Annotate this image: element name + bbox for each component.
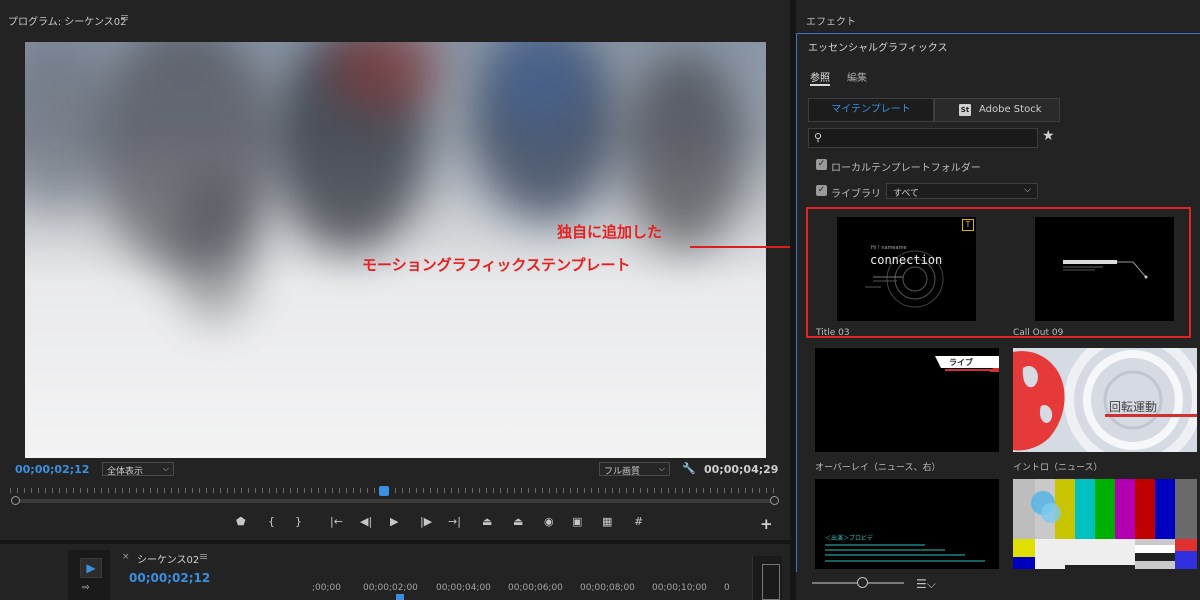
step-back-button[interactable]: ◀| xyxy=(360,515,372,528)
transport-controls: ⬟ { } |← ◀| ▶ |▶ →| ⏏ ⏏ ◉ ▣ ▦ # xyxy=(230,515,650,531)
play-button[interactable]: ▶ xyxy=(390,515,398,528)
search-icon: ⚲ xyxy=(814,131,823,144)
libraries-label: ライブラリ xyxy=(831,189,881,200)
adobe-stock-tab[interactable]: St Adobe Stock xyxy=(934,98,1060,122)
credits-heading: ＜出演＞プロビデ xyxy=(825,535,874,542)
ruler-ticks xyxy=(10,488,780,493)
credits-graphic xyxy=(825,544,985,562)
ruler-tick-label: 00;00;08;00 xyxy=(580,583,635,593)
panel-menu-icon[interactable]: ≡ xyxy=(120,11,129,24)
ruler-tick-label: ;00;00 xyxy=(312,583,341,593)
annotation-text-line2: モーショングラフィックステンプレート xyxy=(362,256,631,274)
color-bars-graphic xyxy=(1013,479,1197,569)
annotation-highlight-box xyxy=(806,207,1191,338)
program-monitor-title[interactable]: プログラム: シーケンス02 xyxy=(8,13,126,28)
template-thumbnail-color-bars[interactable] xyxy=(1013,479,1197,569)
timeline-playhead[interactable] xyxy=(396,594,404,600)
wrench-icon[interactable]: 🔧 xyxy=(682,462,696,475)
mark-in-button[interactable]: { xyxy=(268,515,275,528)
overlay-label: ライブ xyxy=(949,358,973,367)
go-to-out-button[interactable]: →| xyxy=(448,515,461,528)
template-thumbnail-intro-news[interactable]: 回転運動 xyxy=(1013,348,1197,452)
my-templates-tab[interactable]: マイテンプレート xyxy=(808,98,934,122)
grid-button[interactable]: # xyxy=(634,515,643,528)
timeline-sequence-tab[interactable]: シーケンス02 xyxy=(137,551,199,566)
step-forward-button[interactable]: |▶ xyxy=(420,515,432,528)
export-frame-button[interactable]: ◉ xyxy=(544,515,554,528)
scrub-bar[interactable] xyxy=(15,499,775,503)
effects-panel-tab[interactable]: エフェクト xyxy=(806,13,856,28)
template-thumbnail-credits[interactable]: ＜出演＞プロビデ xyxy=(815,479,999,569)
playback-resolution-value: フル画質 xyxy=(604,467,641,477)
selection-tool-icon[interactable]: ▶ xyxy=(80,558,102,578)
adobe-stock-icon: St xyxy=(959,104,971,116)
panel-bottom-bar xyxy=(796,572,1200,600)
intro-heading: 回転運動 xyxy=(1109,400,1158,414)
local-folder-label: ローカルテンプレートフォルダー xyxy=(831,163,981,174)
active-tab-indicator xyxy=(810,84,830,86)
out-point-handle[interactable] xyxy=(770,496,779,505)
playback-resolution-dropdown[interactable]: フル画質 ⌵ xyxy=(599,462,670,477)
extract-button[interactable]: ⏏ xyxy=(513,515,523,528)
blur-figure xyxy=(175,172,255,322)
in-point-handle[interactable] xyxy=(11,496,20,505)
duration-timecode: 00;00;04;29 xyxy=(704,463,779,476)
thumbnail-size-slider-handle[interactable] xyxy=(857,577,868,588)
tab-edit[interactable]: 編集 xyxy=(847,69,867,84)
star-icon[interactable]: ★ xyxy=(1042,128,1055,144)
playhead-handle[interactable] xyxy=(378,486,389,496)
essential-graphics-title[interactable]: エッセンシャルグラフィックス xyxy=(808,39,948,54)
effects-panel-header xyxy=(796,0,1200,32)
ruler-tick-label: 00;00;02;00 xyxy=(363,583,418,593)
vertical-scrollbar[interactable] xyxy=(762,564,780,600)
sort-menu-icon[interactable]: ☰⌵ xyxy=(916,577,936,592)
timeline-timecode[interactable]: 00;00;02;12 xyxy=(129,571,210,585)
mark-out-button[interactable]: } xyxy=(295,515,302,528)
ruler-tick-label: 00;00;10;00 xyxy=(652,583,707,593)
template-thumbnail-overlay-news[interactable]: ライブ xyxy=(815,348,999,452)
template-caption: オーバーレイ（ニュース、右） xyxy=(815,463,941,473)
tab-browse[interactable]: 参照 xyxy=(810,69,830,84)
compare-view-button[interactable]: ▣ xyxy=(572,515,582,528)
zoom-level-dropdown[interactable]: 全体表示 ⌵ xyxy=(102,462,174,477)
intro-graphic xyxy=(1013,348,1197,452)
timeline-ruler[interactable]: ;00;00 00;00;02;00 00;00;04;00 00;00;06;… xyxy=(312,583,742,595)
add-marker-button[interactable]: ⬟ xyxy=(236,515,246,528)
program-time-ruler[interactable] xyxy=(10,485,780,507)
chevron-down-icon: ⌵ xyxy=(162,464,169,473)
local-folder-checkbox[interactable]: ✓ xyxy=(816,159,827,170)
template-caption: イントロ（ニュース） xyxy=(1013,463,1103,473)
playhead-timecode[interactable]: 00;00;02;12 xyxy=(15,463,89,476)
chevron-down-icon: ⌵ xyxy=(1024,185,1031,195)
close-icon[interactable]: × xyxy=(122,552,130,562)
video-preview[interactable] xyxy=(25,42,766,458)
panel-menu-icon[interactable]: ≡ xyxy=(199,550,208,563)
annotation-text-line1: 独自に追加した xyxy=(557,223,663,241)
ruler-tick-label: 0 xyxy=(724,583,730,593)
go-to-in-button[interactable]: |← xyxy=(330,515,343,528)
search-input[interactable] xyxy=(808,128,1038,148)
zoom-level-value: 全体表示 xyxy=(107,467,144,477)
track-select-tool-icon[interactable]: ⇨ xyxy=(82,583,90,593)
chevron-down-icon: ⌵ xyxy=(658,464,665,473)
ruler-tick-label: 00;00;04;00 xyxy=(436,583,491,593)
ruler-tick-label: 00;00;06;00 xyxy=(508,583,563,593)
library-dropdown[interactable]: すべて ⌵ xyxy=(886,183,1038,199)
library-dropdown-value: すべて xyxy=(893,189,920,199)
safe-margins-button[interactable]: ▦ xyxy=(602,515,612,528)
adobe-stock-label: Adobe Stock xyxy=(979,104,1042,115)
button-editor-add[interactable]: + xyxy=(760,515,773,533)
lift-button[interactable]: ⏏ xyxy=(482,515,492,528)
libraries-checkbox[interactable]: ✓ xyxy=(816,185,827,196)
